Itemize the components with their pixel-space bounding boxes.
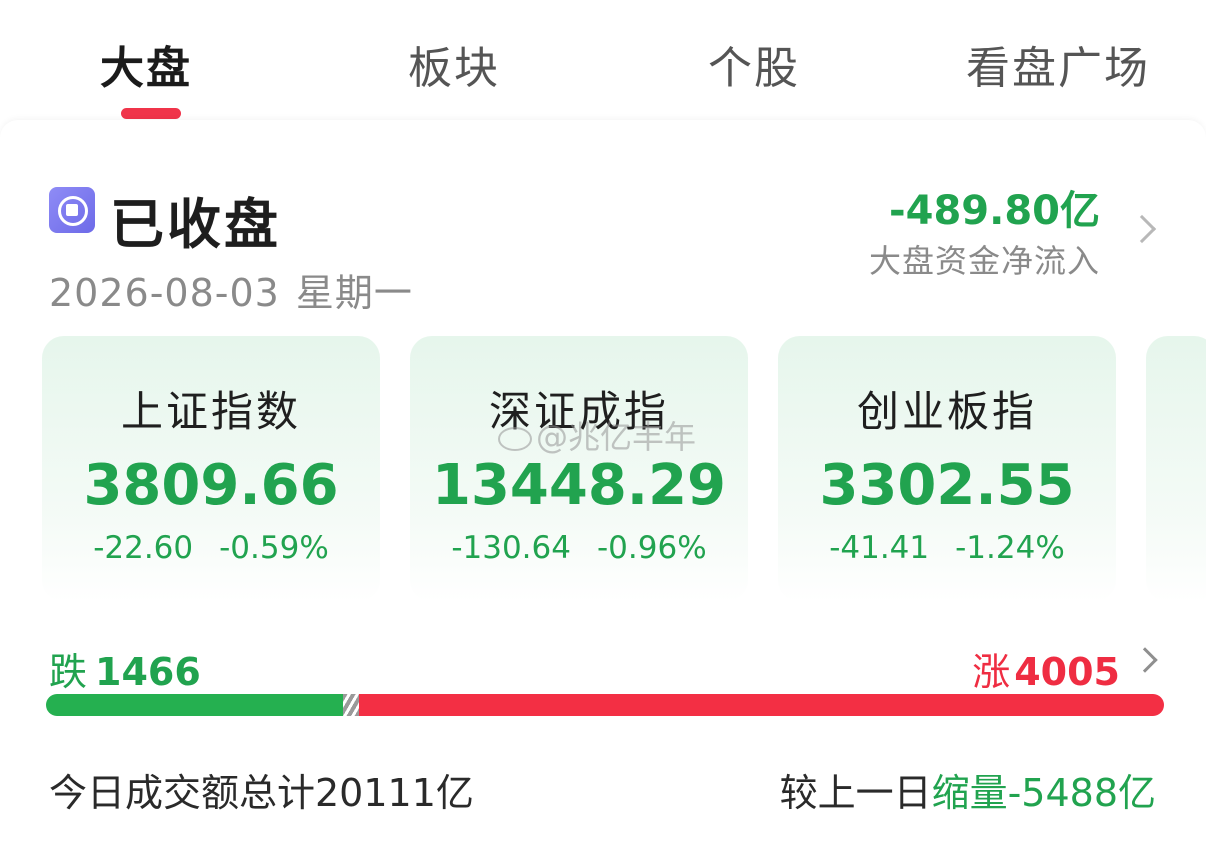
tab-stocks[interactable]: 个股	[708, 32, 800, 96]
index-change-percent: -1.24%	[955, 530, 1065, 566]
index-change-percent: -0.59%	[219, 530, 329, 566]
index-change-points: -22.60	[93, 530, 194, 566]
trading-date: 2026-08-03 星期一	[49, 262, 413, 317]
index-name: 创业板指	[856, 387, 1037, 436]
index-change: -130.64 -0.96%	[410, 530, 748, 566]
tab-sectors[interactable]: 板块	[408, 32, 500, 96]
watermark-text: @兆亿丰年	[536, 418, 697, 456]
advance-segment	[359, 694, 1164, 716]
tab-market[interactable]: 大盘	[100, 32, 192, 96]
weibo-logo-icon	[498, 427, 532, 451]
index-card-next-partial[interactable]	[1146, 336, 1206, 602]
index-change: -22.60 -0.59%	[42, 530, 380, 566]
weekday: 星期一	[295, 271, 413, 315]
capital-flow-value[interactable]: -489.80亿	[889, 178, 1100, 236]
rise-label: 涨	[972, 650, 1011, 694]
index-card-szse[interactable]: 深证成指 13448.29 -130.64 -0.96%	[410, 336, 748, 602]
fall-count: 跌 1466	[49, 641, 201, 696]
watermark: @兆亿丰年	[498, 412, 696, 458]
date-value: 2026-08-03	[49, 271, 280, 315]
index-value: 3302.55	[819, 453, 1075, 518]
flat-segment	[343, 694, 359, 716]
index-change-percent: -0.96%	[596, 530, 707, 566]
top-tab-bar: 大盘 板块 个股 看盘广场	[0, 0, 1206, 119]
turnover-compare-prefix: 较上一日	[779, 771, 932, 815]
index-card-sse[interactable]: 上证指数 3809.66 -22.60 -0.59%	[42, 336, 380, 602]
turnover-compare-value: 缩量-5488亿	[931, 771, 1156, 815]
index-name: 上证指数	[120, 387, 301, 436]
fall-label: 跌	[49, 650, 88, 694]
fall-number: 1466	[95, 650, 201, 694]
capital-flow-label[interactable]: 大盘资金净流入	[869, 236, 1100, 282]
index-change-points: -130.64	[451, 530, 571, 566]
index-change-points: -41.41	[829, 530, 930, 566]
advance-decline-bar	[46, 694, 1164, 716]
rise-count[interactable]: 涨 4005	[972, 641, 1120, 696]
index-value: 13448.29	[431, 453, 727, 518]
turnover-compare: 较上一日缩量-5488亿	[780, 762, 1156, 817]
market-status: 已收盘	[110, 193, 281, 256]
index-value: 3809.66	[83, 453, 339, 518]
turnover-total: 今日成交额总计20111亿	[49, 771, 474, 815]
rise-number: 4005	[1014, 650, 1120, 694]
stop-circle-icon	[49, 187, 95, 233]
tab-market-square[interactable]: 看盘广场	[966, 32, 1150, 96]
active-tab-indicator	[121, 108, 181, 119]
decline-segment	[46, 694, 343, 716]
index-change: -41.41 -1.24%	[778, 530, 1116, 566]
index-card-chinext[interactable]: 创业板指 3302.55 -41.41 -1.24%	[778, 336, 1116, 602]
